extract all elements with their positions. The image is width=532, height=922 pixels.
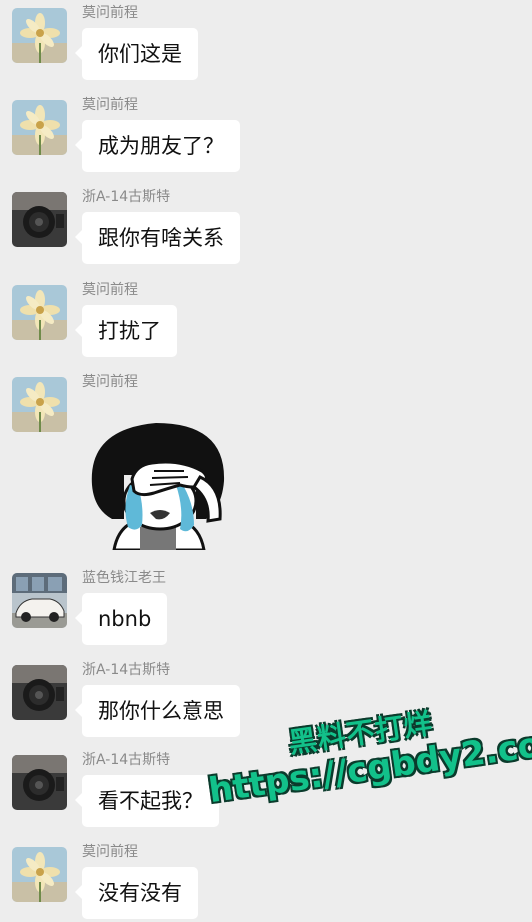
sender-name: 莫问前程	[82, 844, 138, 860]
watermark: 黑料不打烊 https://cgbdy2.com	[200, 683, 532, 836]
crying-face-sticker[interactable]	[84, 415, 234, 554]
sender-name: 浙A-14古斯特	[82, 189, 171, 205]
flower-avatar[interactable]	[12, 377, 67, 432]
message-bubble[interactable]: 成为朋友了？	[75, 120, 240, 172]
camera-avatar[interactable]	[12, 755, 67, 810]
sender-name: 莫问前程	[82, 97, 138, 113]
message-bubble[interactable]: 没有没有	[75, 867, 198, 919]
sender-name: 蓝色钱江老王	[82, 570, 166, 586]
message-bubble[interactable]: 打扰了	[75, 305, 177, 357]
message-bubble[interactable]: 你们这是	[75, 28, 198, 80]
sender-name: 莫问前程	[82, 374, 138, 390]
message-bubble[interactable]: 看不起我？	[75, 775, 219, 827]
sender-name: 莫问前程	[82, 5, 138, 21]
flower-avatar[interactable]	[12, 285, 67, 340]
flower-avatar[interactable]	[12, 100, 67, 155]
white-car-avatar[interactable]	[12, 573, 67, 628]
sender-name: 莫问前程	[82, 282, 138, 298]
sender-name: 浙A-14古斯特	[82, 752, 171, 768]
camera-avatar[interactable]	[12, 192, 67, 247]
flower-avatar[interactable]	[12, 8, 67, 63]
flower-avatar[interactable]	[12, 847, 67, 902]
sender-name: 浙A-14古斯特	[82, 662, 171, 678]
message-bubble[interactable]: 跟你有啥关系	[75, 212, 240, 264]
camera-avatar[interactable]	[12, 665, 67, 720]
message-bubble[interactable]: nbnb	[74, 593, 168, 645]
